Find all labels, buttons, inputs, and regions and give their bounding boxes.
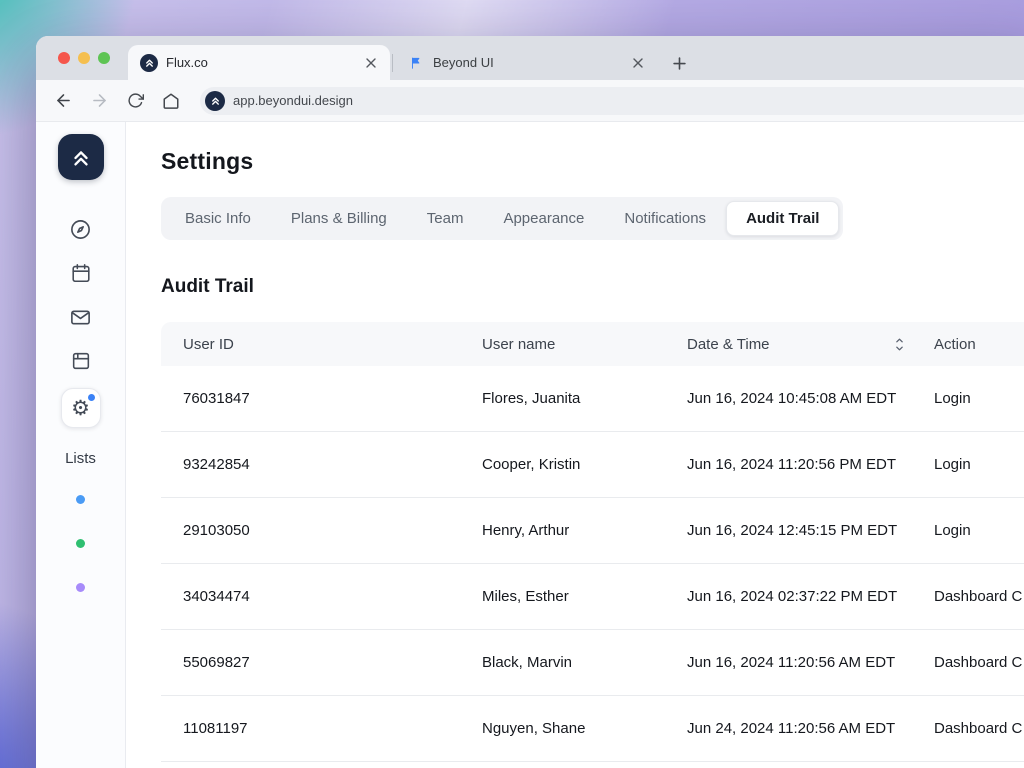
sort-icon[interactable] — [893, 337, 906, 352]
browser-window: Flux.co Beyond UI — [36, 36, 1024, 768]
browser-tab-title: Flux.co — [166, 55, 354, 70]
flux-favicon-icon — [140, 54, 158, 72]
address-bar[interactable]: app.beyondui.design — [200, 87, 1024, 115]
mail-icon[interactable] — [61, 300, 101, 334]
cell-action: Login — [934, 522, 1024, 539]
compass-icon[interactable] — [61, 212, 101, 246]
table-row: 11081197 Nguyen, Shane Jun 24, 2024 11:2… — [161, 696, 1024, 762]
browser-tab-title: Beyond UI — [433, 55, 621, 70]
list-item[interactable] — [76, 521, 85, 565]
table-body: 76031847 Flores, Juanita Jun 16, 2024 10… — [161, 366, 1024, 762]
cell-user-id: 93242854 — [183, 456, 482, 473]
app-content: ⚙ Lists Settings Basic Info Plans & Bill… — [36, 122, 1024, 768]
cell-user-name: Henry, Arthur — [482, 522, 687, 539]
table-row: 29103050 Henry, Arthur Jun 16, 2024 12:4… — [161, 498, 1024, 564]
close-tab-icon[interactable] — [629, 54, 647, 72]
table-row: 93242854 Cooper, Kristin Jun 16, 2024 11… — [161, 432, 1024, 498]
window-icon[interactable] — [61, 344, 101, 378]
table-row: 55069827 Black, Marvin Jun 16, 2024 11:2… — [161, 630, 1024, 696]
cell-user-name: Nguyen, Shane — [482, 720, 687, 737]
lists-items — [76, 477, 85, 609]
forward-icon[interactable] — [84, 86, 114, 116]
cell-action: Login — [934, 390, 1024, 407]
tab-audit-trail[interactable]: Audit Trail — [726, 201, 839, 236]
tab-plans-billing[interactable]: Plans & Billing — [271, 202, 407, 235]
tab-basic-info[interactable]: Basic Info — [165, 202, 271, 235]
browser-tab-beyondui[interactable]: Beyond UI — [395, 45, 657, 80]
table-row: 34034474 Miles, Esther Jun 16, 2024 02:3… — [161, 564, 1024, 630]
list-dot-blue — [76, 495, 85, 504]
column-action: Action — [934, 336, 1024, 353]
settings-page: Settings Basic Info Plans & Billing Team… — [126, 122, 1024, 768]
table-row: 76031847 Flores, Juanita Jun 16, 2024 10… — [161, 366, 1024, 432]
browser-toolbar: app.beyondui.design — [36, 80, 1024, 122]
list-item[interactable] — [76, 477, 85, 521]
settings-tab-bar: Basic Info Plans & Billing Team Appearan… — [161, 197, 843, 240]
tab-separator — [392, 54, 393, 72]
tab-team[interactable]: Team — [407, 202, 484, 235]
list-item[interactable] — [76, 565, 85, 609]
new-tab-button[interactable] — [665, 49, 693, 77]
notification-dot — [88, 394, 95, 401]
cell-datetime: Jun 24, 2024 11:20:56 AM EDT — [687, 720, 934, 737]
cell-datetime: Jun 16, 2024 02:37:22 PM EDT — [687, 588, 934, 605]
tab-appearance[interactable]: Appearance — [483, 202, 604, 235]
app-logo[interactable] — [58, 134, 104, 180]
section-title: Audit Trail — [161, 276, 1024, 298]
cell-action: Dashboard C — [934, 588, 1024, 605]
calendar-icon[interactable] — [61, 256, 101, 290]
cell-action: Login — [934, 456, 1024, 473]
window-controls — [36, 36, 128, 80]
url-text: app.beyondui.design — [233, 93, 353, 108]
zoom-window-button[interactable] — [98, 52, 110, 64]
column-user-name: User name — [482, 336, 687, 353]
cell-user-id: 55069827 — [183, 654, 482, 671]
cell-action: Dashboard C — [934, 654, 1024, 671]
cell-action: Dashboard C — [934, 720, 1024, 737]
column-user-id: User ID — [183, 336, 482, 353]
table-header: User ID User name Date & Time Action — [161, 322, 1024, 366]
cell-user-name: Miles, Esther — [482, 588, 687, 605]
desktop-background: Flux.co Beyond UI — [0, 0, 1024, 768]
settings-gear-icon[interactable]: ⚙ — [61, 388, 101, 428]
beyondui-favicon-icon — [407, 54, 425, 72]
lists-label: Lists — [65, 450, 96, 467]
cell-datetime: Jun 16, 2024 12:45:15 PM EDT — [687, 522, 934, 539]
close-window-button[interactable] — [58, 52, 70, 64]
audit-trail-table: User ID User name Date & Time Action 7 — [161, 322, 1024, 762]
browser-tab-flux[interactable]: Flux.co — [128, 45, 390, 80]
cell-user-id: 29103050 — [183, 522, 482, 539]
site-badge-icon — [205, 91, 225, 111]
cell-user-id: 11081197 — [183, 720, 482, 737]
cell-user-id: 34034474 — [183, 588, 482, 605]
browser-tab-strip: Flux.co Beyond UI — [36, 36, 1024, 80]
tab-notifications[interactable]: Notifications — [604, 202, 726, 235]
column-datetime: Date & Time — [687, 336, 934, 353]
app-sidebar: ⚙ Lists — [36, 122, 126, 768]
minimize-window-button[interactable] — [78, 52, 90, 64]
column-datetime-label: Date & Time — [687, 336, 770, 353]
cell-user-name: Black, Marvin — [482, 654, 687, 671]
cell-datetime: Jun 16, 2024 10:45:08 AM EDT — [687, 390, 934, 407]
cell-user-name: Cooper, Kristin — [482, 456, 687, 473]
cell-datetime: Jun 16, 2024 11:20:56 PM EDT — [687, 456, 934, 473]
cell-user-id: 76031847 — [183, 390, 482, 407]
close-tab-icon[interactable] — [362, 54, 380, 72]
home-icon[interactable] — [156, 86, 186, 116]
back-icon[interactable] — [48, 86, 78, 116]
page-title: Settings — [161, 148, 1024, 175]
list-dot-green — [76, 539, 85, 548]
cell-datetime: Jun 16, 2024 11:20:56 AM EDT — [687, 654, 934, 671]
cell-user-name: Flores, Juanita — [482, 390, 687, 407]
gear-glyph: ⚙ — [71, 398, 90, 419]
sidebar-nav: ⚙ — [61, 212, 101, 428]
list-dot-purple — [76, 583, 85, 592]
reload-icon[interactable] — [120, 86, 150, 116]
